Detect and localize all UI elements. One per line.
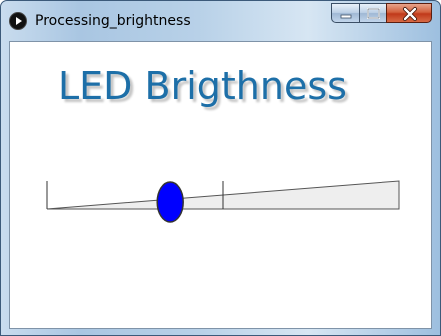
maximize-button[interactable] [359, 3, 386, 23]
caption-buttons [331, 3, 432, 25]
minimize-button[interactable] [331, 3, 359, 23]
app-window: Processing_brightness LED Brigthness [0, 0, 441, 336]
processing-play-icon[interactable] [9, 12, 27, 30]
window-title: Processing_brightness [35, 13, 191, 29]
maximize-icon [367, 8, 380, 19]
brightness-slider[interactable] [10, 42, 431, 328]
title-bar[interactable]: Processing_brightness [1, 1, 440, 41]
minimize-icon [340, 14, 352, 19]
slider-knob[interactable] [156, 181, 184, 223]
close-button[interactable] [386, 3, 432, 23]
sketch-canvas: LED Brigthness [9, 41, 432, 329]
close-icon [403, 7, 417, 21]
